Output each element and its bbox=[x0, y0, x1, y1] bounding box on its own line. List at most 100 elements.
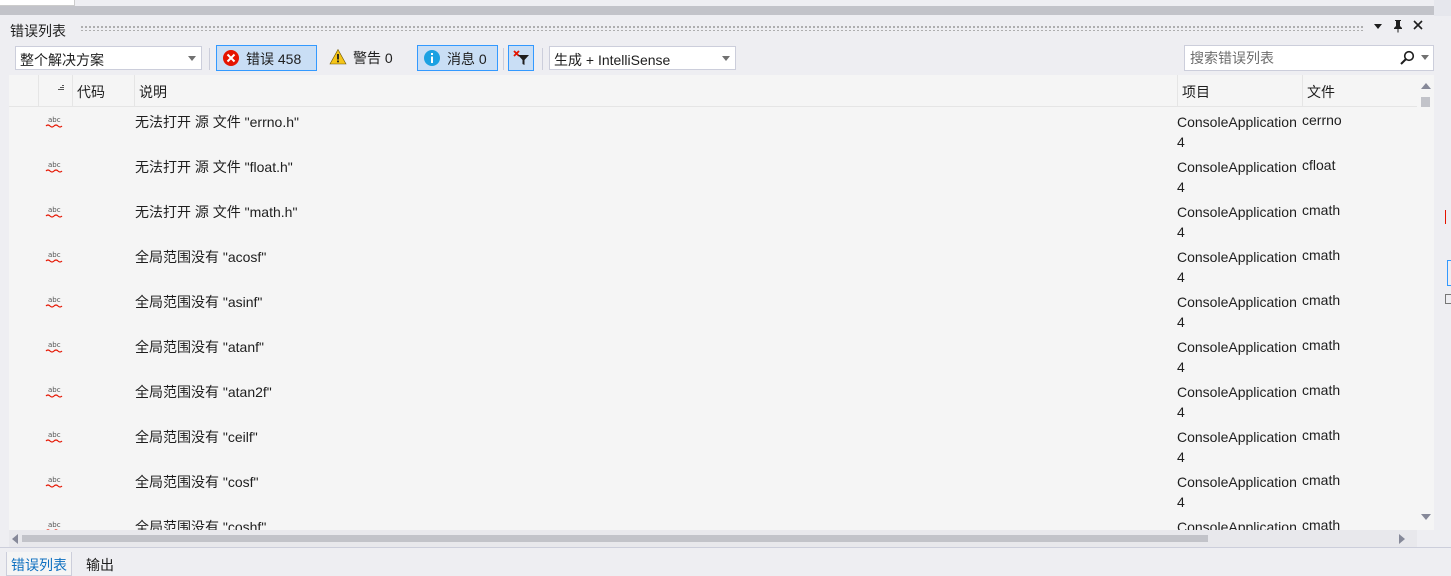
intellisense-error-icon: abc bbox=[45, 430, 63, 444]
horizontal-scroll-thumb[interactable] bbox=[22, 535, 1208, 542]
row-description: 全局范围没有 "atan2f" bbox=[135, 384, 272, 400]
svg-text:abc: abc bbox=[48, 476, 61, 484]
row-project: ConsoleApplication4 bbox=[1177, 519, 1297, 530]
column-header-description[interactable]: 说明 bbox=[135, 75, 1178, 107]
intellisense-error-icon: abc bbox=[45, 115, 63, 129]
intellisense-error-icon: abc bbox=[45, 385, 63, 399]
row-description: 全局范围没有 "atanf" bbox=[135, 339, 264, 355]
tool-window-titlebar: 错误列表 bbox=[0, 17, 1434, 41]
column-header-file[interactable]: 文件 bbox=[1303, 75, 1417, 107]
scroll-down-arrow-icon[interactable] bbox=[1421, 514, 1431, 520]
row-file: cmath bbox=[1302, 472, 1341, 488]
search-box[interactable] bbox=[1184, 45, 1434, 71]
filter-toggle-button[interactable] bbox=[508, 45, 534, 71]
scope-dropdown-value: 整个解决方案 bbox=[20, 52, 104, 68]
row-file: cmath bbox=[1302, 427, 1341, 443]
messages-filter-label: 消息 0 bbox=[447, 51, 487, 67]
intellisense-error-icon: abc bbox=[45, 475, 63, 489]
row-project: ConsoleApplication4 bbox=[1177, 429, 1297, 465]
row-file: cmath bbox=[1302, 382, 1341, 398]
messages-filter-button[interactable]: 消息 0 bbox=[417, 45, 498, 71]
column-options-icon[interactable] bbox=[57, 79, 65, 95]
column-header-code[interactable]: 代码 bbox=[73, 75, 135, 107]
editor-horizontal-scrollbar[interactable] bbox=[0, 6, 1434, 15]
editor-area-edge bbox=[0, 0, 1451, 16]
warning-icon bbox=[329, 48, 347, 66]
tab-error-list[interactable]: 错误列表 bbox=[6, 552, 72, 576]
tab-output[interactable]: 输出 bbox=[82, 552, 118, 576]
toolbar-separator bbox=[209, 48, 210, 70]
errors-filter-label: 错误 458 bbox=[246, 51, 302, 67]
table-row[interactable]: abc 全局范围没有 "atanf" ConsoleApplication4 c… bbox=[9, 333, 1417, 378]
row-file: cmath bbox=[1302, 247, 1341, 263]
table-row[interactable]: abc 全局范围没有 "coshf" ConsoleApplication4 c… bbox=[9, 513, 1417, 530]
column-header-code-label: 代码 bbox=[77, 84, 105, 100]
vertical-scrollbar[interactable] bbox=[1417, 75, 1434, 530]
row-file: cmath bbox=[1302, 517, 1341, 530]
row-project: ConsoleApplication4 bbox=[1177, 204, 1297, 240]
row-project: ConsoleApplication4 bbox=[1177, 339, 1297, 375]
table-row[interactable]: abc 全局范围没有 "cosf" ConsoleApplication4 cm… bbox=[9, 468, 1417, 513]
scroll-up-arrow-icon[interactable] bbox=[1421, 83, 1431, 89]
chevron-down-icon bbox=[722, 56, 730, 61]
row-file: cmath bbox=[1302, 337, 1341, 353]
svg-text:abc: abc bbox=[48, 386, 61, 394]
tool-window-title: 错误列表 bbox=[10, 23, 66, 39]
row-file: cfloat bbox=[1302, 157, 1336, 173]
column-header-description-label: 说明 bbox=[139, 84, 167, 100]
row-description: 全局范围没有 "acosf" bbox=[135, 249, 267, 265]
svg-text:abc: abc bbox=[48, 521, 61, 529]
row-file: cmath bbox=[1302, 202, 1341, 218]
table-row[interactable]: abc 无法打开 源 文件 "math.h" ConsoleApplicatio… bbox=[9, 198, 1417, 243]
row-description: 无法打开 源 文件 "math.h" bbox=[135, 204, 298, 220]
intellisense-error-icon: abc bbox=[45, 295, 63, 309]
scroll-right-arrow-icon[interactable] bbox=[1399, 534, 1405, 544]
error-list-grid: 代码 说明 项目 文件 abc 无法打开 源 文件 "errno.h" Cons… bbox=[9, 75, 1434, 530]
toolbar-separator bbox=[503, 48, 504, 70]
table-row[interactable]: abc 全局范围没有 "asinf" ConsoleApplication4 c… bbox=[9, 288, 1417, 333]
vertical-scroll-thumb[interactable] bbox=[1421, 97, 1430, 107]
svg-text:abc: abc bbox=[48, 116, 61, 124]
table-row[interactable]: abc 全局范围没有 "acosf" ConsoleApplication4 c… bbox=[9, 243, 1417, 288]
row-description: 全局范围没有 "cosf" bbox=[135, 474, 259, 490]
build-filter-value: 生成 + IntelliSense bbox=[554, 52, 671, 68]
pin-icon[interactable] bbox=[1389, 19, 1407, 39]
toolbar-separator bbox=[542, 48, 543, 70]
bottom-tab-strip: 错误列表 输出 bbox=[0, 547, 1451, 576]
search-icon[interactable] bbox=[1399, 50, 1415, 69]
scope-dropdown[interactable]: 整个解决方案 bbox=[15, 46, 202, 70]
row-description: 无法打开 源 文件 "errno.h" bbox=[135, 114, 299, 130]
titlebar-grip[interactable] bbox=[80, 25, 1364, 31]
row-file: cerrno bbox=[1302, 112, 1342, 128]
intellisense-error-icon: abc bbox=[45, 520, 63, 530]
row-project: ConsoleApplication4 bbox=[1177, 249, 1297, 285]
intellisense-error-icon: abc bbox=[45, 205, 63, 219]
table-row[interactable]: abc 全局范围没有 "ceilf" ConsoleApplication4 c… bbox=[9, 423, 1417, 468]
column-header-project-label: 项目 bbox=[1182, 84, 1210, 100]
header-sort-column[interactable] bbox=[9, 75, 39, 107]
row-file: cmath bbox=[1302, 292, 1341, 308]
row-description: 全局范围没有 "coshf" bbox=[135, 519, 267, 530]
row-description: 全局范围没有 "ceilf" bbox=[135, 429, 258, 445]
search-input[interactable] bbox=[1190, 50, 1390, 66]
svg-text:abc: abc bbox=[48, 431, 61, 439]
table-row[interactable]: abc 无法打开 源 文件 "float.h" ConsoleApplicati… bbox=[9, 153, 1417, 198]
grid-header: 代码 说明 项目 文件 bbox=[9, 75, 1417, 107]
horizontal-scrollbar[interactable] bbox=[9, 530, 1417, 547]
search-options-chevron-icon[interactable] bbox=[1421, 55, 1429, 60]
table-row[interactable]: abc 全局范围没有 "atan2f" ConsoleApplication4 … bbox=[9, 378, 1417, 423]
close-icon[interactable] bbox=[1409, 19, 1427, 39]
svg-text:abc: abc bbox=[48, 206, 61, 214]
build-filter-dropdown[interactable]: 生成 + IntelliSense bbox=[549, 46, 736, 70]
intellisense-error-icon: abc bbox=[45, 340, 63, 354]
table-row[interactable]: abc 无法打开 源 文件 "errno.h" ConsoleApplicati… bbox=[9, 108, 1417, 153]
column-header-project[interactable]: 项目 bbox=[1178, 75, 1303, 107]
row-description: 无法打开 源 文件 "float.h" bbox=[135, 159, 293, 175]
editor-side-edge bbox=[1434, 0, 1451, 16]
errors-filter-button[interactable]: 错误 458 bbox=[216, 45, 317, 71]
warnings-filter-button[interactable]: 警告 0 bbox=[324, 45, 406, 71]
clear-filter-icon bbox=[512, 49, 530, 67]
scroll-left-arrow-icon[interactable] bbox=[12, 534, 18, 544]
window-options-dropdown-icon[interactable] bbox=[1369, 19, 1387, 39]
column-options-header[interactable] bbox=[39, 75, 73, 107]
